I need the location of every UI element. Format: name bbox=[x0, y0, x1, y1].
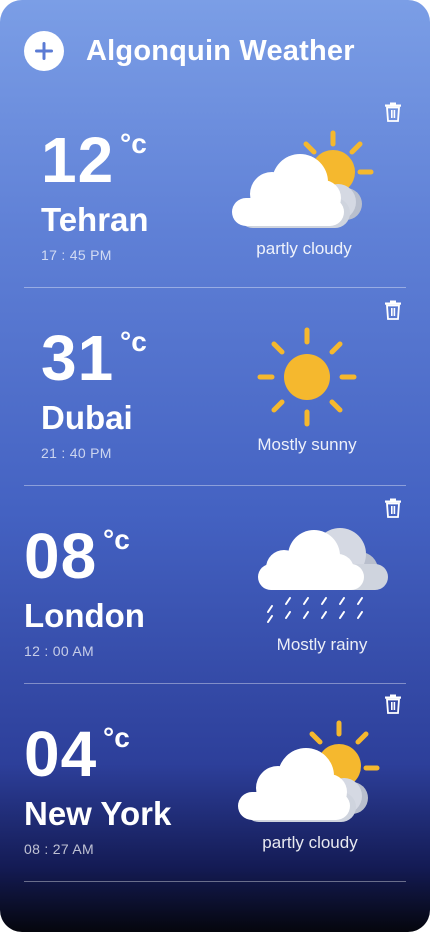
city-name: New York bbox=[24, 795, 172, 832]
partly-cloudy-icon bbox=[232, 130, 374, 228]
condition-label: partly cloudy bbox=[256, 239, 352, 258]
plus-icon bbox=[35, 42, 53, 60]
city-card-tehran[interactable]: 12 °c Tehran 17 : 45 PM partly cloudy bbox=[24, 90, 406, 288]
header: Algonquin Weather bbox=[24, 30, 355, 72]
condition-label: Mostly sunny bbox=[257, 435, 357, 454]
temperature: 12 bbox=[41, 124, 115, 196]
temperature: 31 bbox=[41, 322, 115, 394]
trash-icon[interactable] bbox=[384, 498, 402, 518]
city-name: Dubai bbox=[41, 399, 133, 436]
app-title: Algonquin Weather bbox=[86, 34, 355, 67]
temperature-unit: °c bbox=[120, 326, 147, 357]
local-time: 12 : 00 AM bbox=[24, 643, 94, 659]
condition-label: partly cloudy bbox=[262, 833, 358, 852]
city-name: London bbox=[24, 597, 145, 634]
temperature-unit: °c bbox=[120, 128, 147, 159]
city-card-new-york[interactable]: 04 °c New York 08 : 27 AM partly cloudy bbox=[24, 684, 406, 882]
city-card-dubai[interactable]: 31 °c Dubai 21 : 40 PM Mostly sunny bbox=[24, 288, 406, 486]
city-card-london[interactable]: 08 °c London 12 : 00 AM Mostly rainy bbox=[24, 486, 406, 684]
condition-label: Mostly rainy bbox=[276, 635, 368, 654]
weather-app: Algonquin Weather 12 °c Tehran 17 : 45 P… bbox=[0, 0, 430, 932]
local-time: 17 : 45 PM bbox=[41, 247, 112, 263]
partly-cloudy-icon bbox=[238, 720, 380, 822]
rain-cloud-icon bbox=[258, 528, 388, 623]
local-time: 08 : 27 AM bbox=[24, 841, 94, 857]
local-time: 21 : 40 PM bbox=[41, 445, 112, 461]
trash-icon[interactable] bbox=[384, 300, 402, 320]
trash-icon[interactable] bbox=[384, 102, 402, 122]
city-name: Tehran bbox=[41, 201, 149, 238]
sun-icon bbox=[257, 327, 357, 427]
add-city-button[interactable] bbox=[24, 31, 64, 71]
temperature: 08 bbox=[24, 520, 98, 592]
temperature-unit: °c bbox=[103, 524, 130, 555]
trash-icon[interactable] bbox=[384, 694, 402, 714]
temperature-unit: °c bbox=[103, 722, 130, 753]
temperature: 04 bbox=[24, 718, 98, 790]
